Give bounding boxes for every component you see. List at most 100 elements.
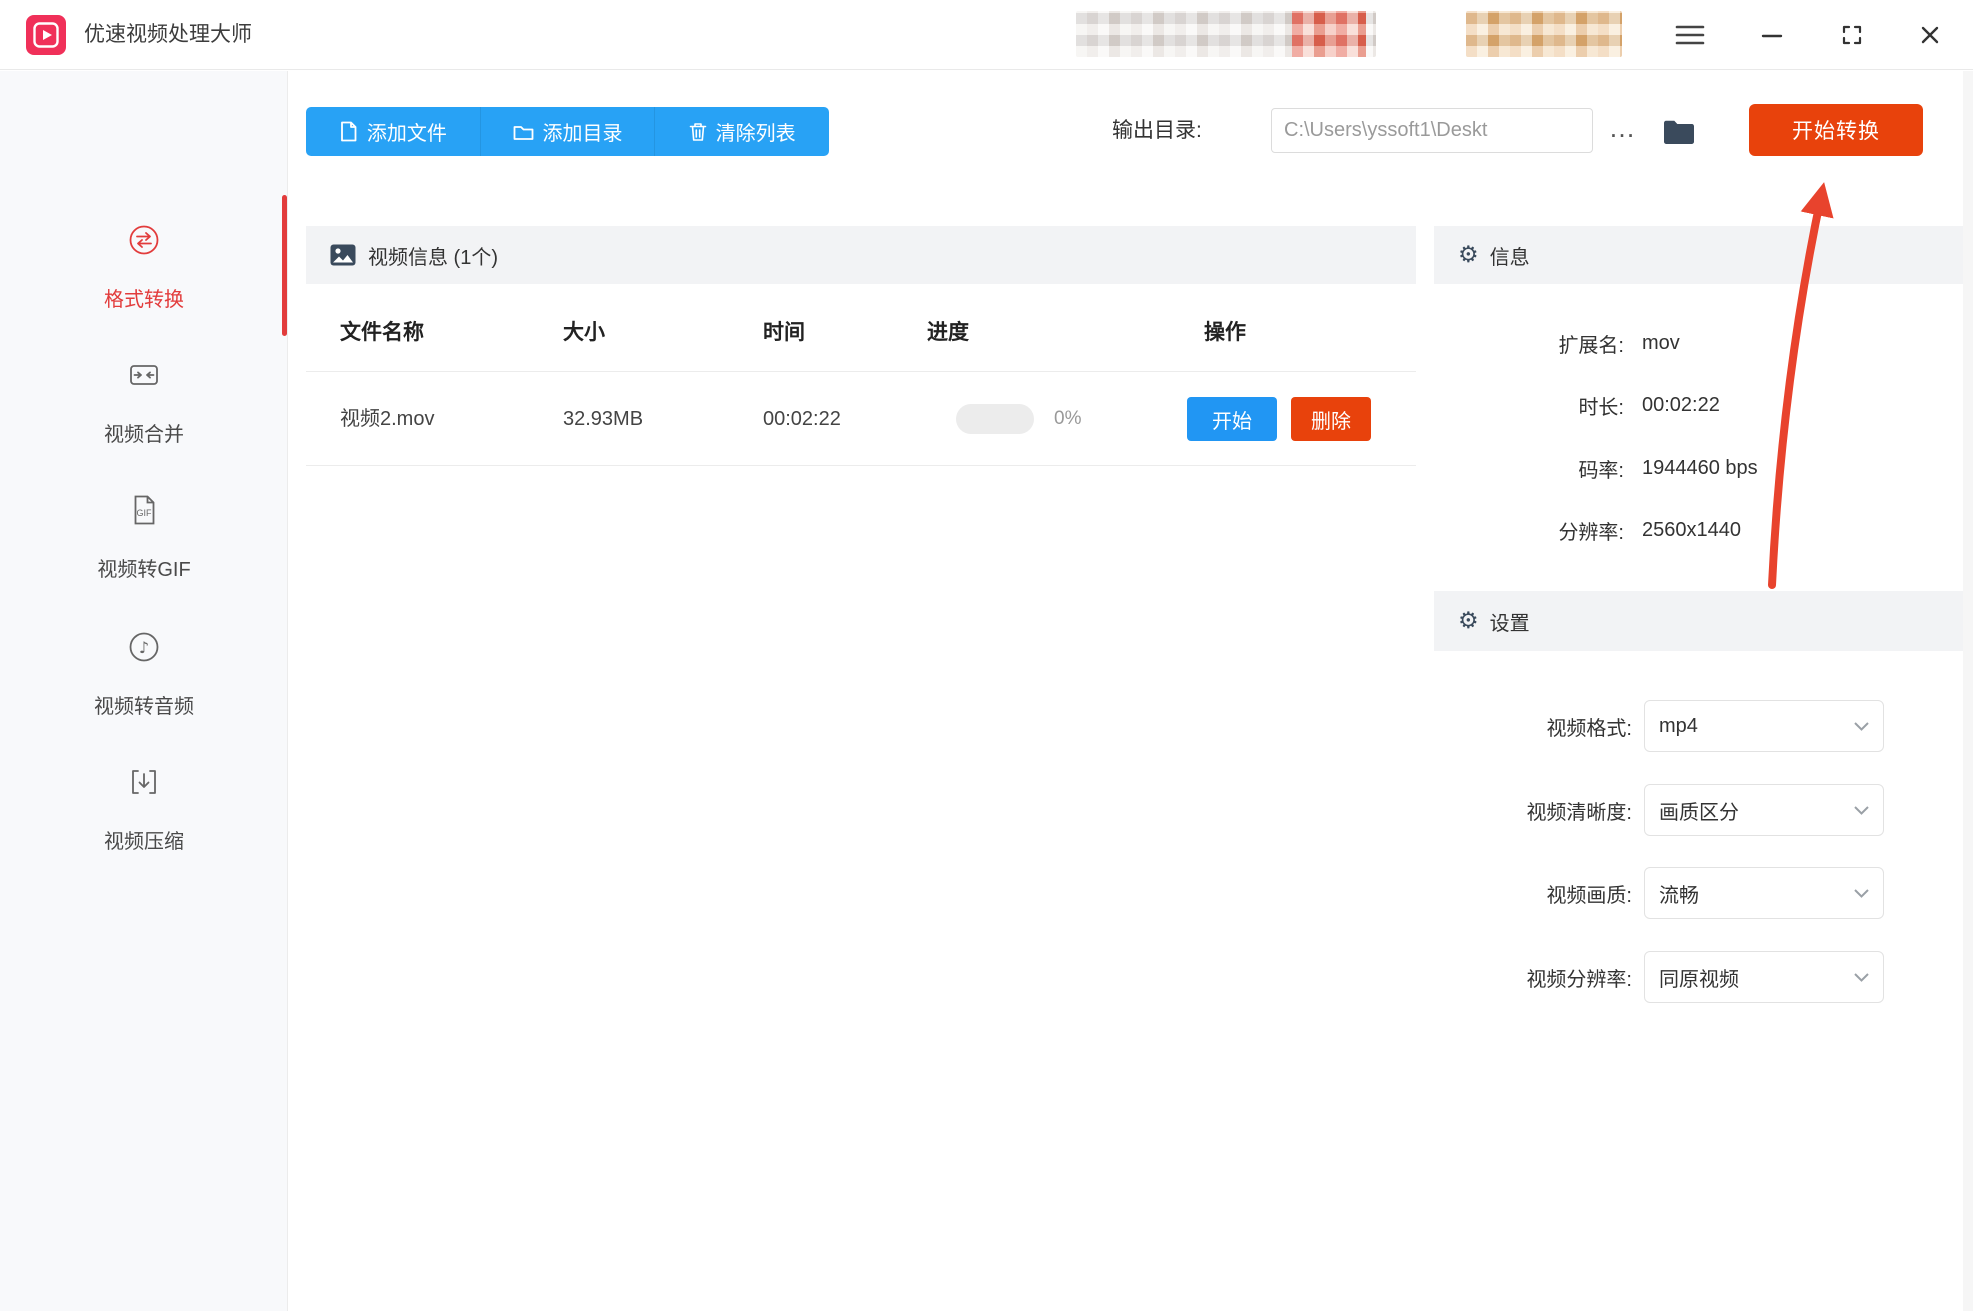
music-note-glyph: ♪ (139, 638, 149, 657)
row-delete-button[interactable]: 删除 (1291, 397, 1371, 441)
video-info-header: 视频信息 (1个) (306, 226, 1416, 284)
gear-icon: ⚙ (1458, 610, 1479, 633)
app-logo-icon (26, 15, 66, 55)
add-file-label: 添加文件 (367, 117, 447, 146)
info-field-resolution: 分辨率: 2560x1440 (1434, 499, 1963, 561)
settings-panel-title: 设置 (1490, 607, 1530, 636)
redacted-region-2 (1466, 11, 1622, 57)
open-folder-button[interactable] (1656, 112, 1702, 152)
add-folder-button[interactable]: 添加目录 (480, 107, 655, 156)
column-header-progress: 进度 (927, 318, 969, 348)
setting-label: 视频画质: (1434, 879, 1632, 908)
add-folder-icon (513, 123, 534, 141)
sidebar-item-label: 视频合并 (0, 422, 288, 448)
sidebar-item-video-merge[interactable]: 视频合并 (0, 357, 288, 448)
sidebar-item-label: 格式转换 (0, 287, 288, 313)
video-merge-icon (126, 357, 162, 393)
column-header-actions: 操作 (1204, 318, 1246, 348)
setting-video-quality: 视频画质: 流畅 (1434, 867, 1963, 919)
progress-bar (956, 404, 1034, 434)
setting-label: 视频分辨率: (1434, 963, 1632, 992)
info-value: 00:02:22 (1642, 394, 1720, 417)
start-convert-button[interactable]: 开始转换 (1749, 104, 1923, 156)
column-header-time: 时间 (763, 318, 805, 348)
sidebar-item-video-to-audio[interactable]: ♪ 视频转音频 (0, 629, 288, 720)
app-window: 优速视频处理大师 格式转换 (0, 0, 1973, 1311)
browse-more-button[interactable]: … (1604, 104, 1640, 153)
setting-label: 视频清晰度: (1434, 796, 1632, 825)
info-label: 码率: (1434, 454, 1624, 483)
setting-video-format: 视频格式: mp4 (1434, 700, 1963, 752)
info-label: 扩展名: (1434, 329, 1624, 358)
video-resolution-select[interactable]: 同原视频 (1644, 951, 1884, 1003)
output-dir-label: 输出目录: (1112, 108, 1202, 153)
gif-icon-label: GIF (137, 508, 153, 518)
minimize-button[interactable] (1750, 15, 1794, 55)
setting-video-resolution: 视频分辨率: 同原视频 (1434, 951, 1963, 1003)
info-field-bitrate: 码率: 1944460 bps (1434, 437, 1963, 499)
info-field-extension: 扩展名: mov (1434, 312, 1963, 374)
add-file-button[interactable]: 添加文件 (306, 107, 480, 156)
info-value: mov (1642, 332, 1680, 355)
video-clarity-select[interactable]: 画质区分 (1644, 784, 1884, 836)
scrollbar-track[interactable] (1963, 71, 1973, 1311)
info-panel-title: 信息 (1490, 241, 1530, 270)
app-title: 优速视频处理大师 (84, 0, 252, 70)
video-compress-icon (126, 764, 162, 800)
table-divider (306, 371, 1416, 372)
column-header-filename: 文件名称 (340, 318, 424, 348)
gear-icon: ⚙ (1458, 244, 1479, 267)
select-value: 画质区分 (1659, 796, 1739, 825)
select-value: 同原视频 (1659, 963, 1739, 992)
chevron-down-icon (1854, 973, 1869, 982)
sidebar-item-label: 视频压缩 (0, 829, 288, 855)
output-dir-input[interactable] (1271, 108, 1593, 153)
info-value: 1944460 bps (1642, 457, 1758, 480)
trash-icon (689, 122, 707, 142)
info-label: 分辨率: (1434, 516, 1624, 545)
table-divider (306, 465, 1416, 466)
redacted-region-1-red (1292, 11, 1366, 57)
chevron-down-icon (1854, 722, 1869, 731)
sidebar-item-label: 视频转音频 (0, 694, 288, 720)
select-value: mp4 (1659, 715, 1698, 738)
sidebar-item-video-to-gif[interactable]: GIF 视频转GIF (0, 492, 288, 583)
chevron-down-icon (1854, 806, 1869, 815)
video-format-select[interactable]: mp4 (1644, 700, 1884, 752)
maximize-button[interactable] (1830, 15, 1874, 55)
video-info-header-label: 视频信息 (1个) (368, 241, 498, 270)
titlebar: 优速视频处理大师 (0, 0, 1973, 70)
chevron-down-icon (1854, 889, 1869, 898)
sidebar-item-format-convert[interactable]: 格式转换 (0, 222, 288, 313)
info-label: 时长: (1434, 391, 1624, 420)
settings-panel-header: ⚙ 设置 (1434, 591, 1963, 651)
sidebar-active-indicator (282, 195, 287, 336)
clear-list-label: 清除列表 (716, 117, 796, 146)
add-folder-label: 添加目录 (543, 117, 623, 146)
setting-label: 视频格式: (1434, 712, 1632, 741)
sidebar-item-label: 视频转GIF (0, 557, 288, 583)
video-to-audio-icon: ♪ (126, 629, 162, 665)
file-time-cell: 00:02:22 (763, 404, 841, 434)
column-header-size: 大小 (563, 318, 605, 348)
select-value: 流畅 (1659, 879, 1699, 908)
add-file-icon (339, 121, 358, 142)
info-field-duration: 时长: 00:02:22 (1434, 374, 1963, 436)
setting-video-clarity: 视频清晰度: 画质区分 (1434, 784, 1963, 836)
folder-filled-icon (1662, 118, 1696, 146)
video-to-gif-icon: GIF (126, 492, 162, 528)
format-convert-icon (126, 222, 162, 258)
video-quality-select[interactable]: 流畅 (1644, 867, 1884, 919)
row-start-button[interactable]: 开始 (1187, 397, 1277, 441)
annotation-arrow (0, 0, 1973, 1311)
sidebar-item-video-compress[interactable]: 视频压缩 (0, 764, 288, 855)
clear-list-button[interactable]: 清除列表 (654, 107, 829, 156)
progress-percent: 0% (1054, 404, 1081, 434)
info-value: 2560x1440 (1642, 519, 1741, 542)
file-name-cell: 视频2.mov (340, 404, 434, 434)
file-size-cell: 32.93MB (563, 404, 643, 434)
file-actions-toolbar: 添加文件 添加目录 清除列表 (306, 107, 829, 156)
close-button[interactable] (1908, 15, 1952, 55)
menu-icon[interactable] (1668, 15, 1712, 55)
image-icon (330, 244, 356, 266)
